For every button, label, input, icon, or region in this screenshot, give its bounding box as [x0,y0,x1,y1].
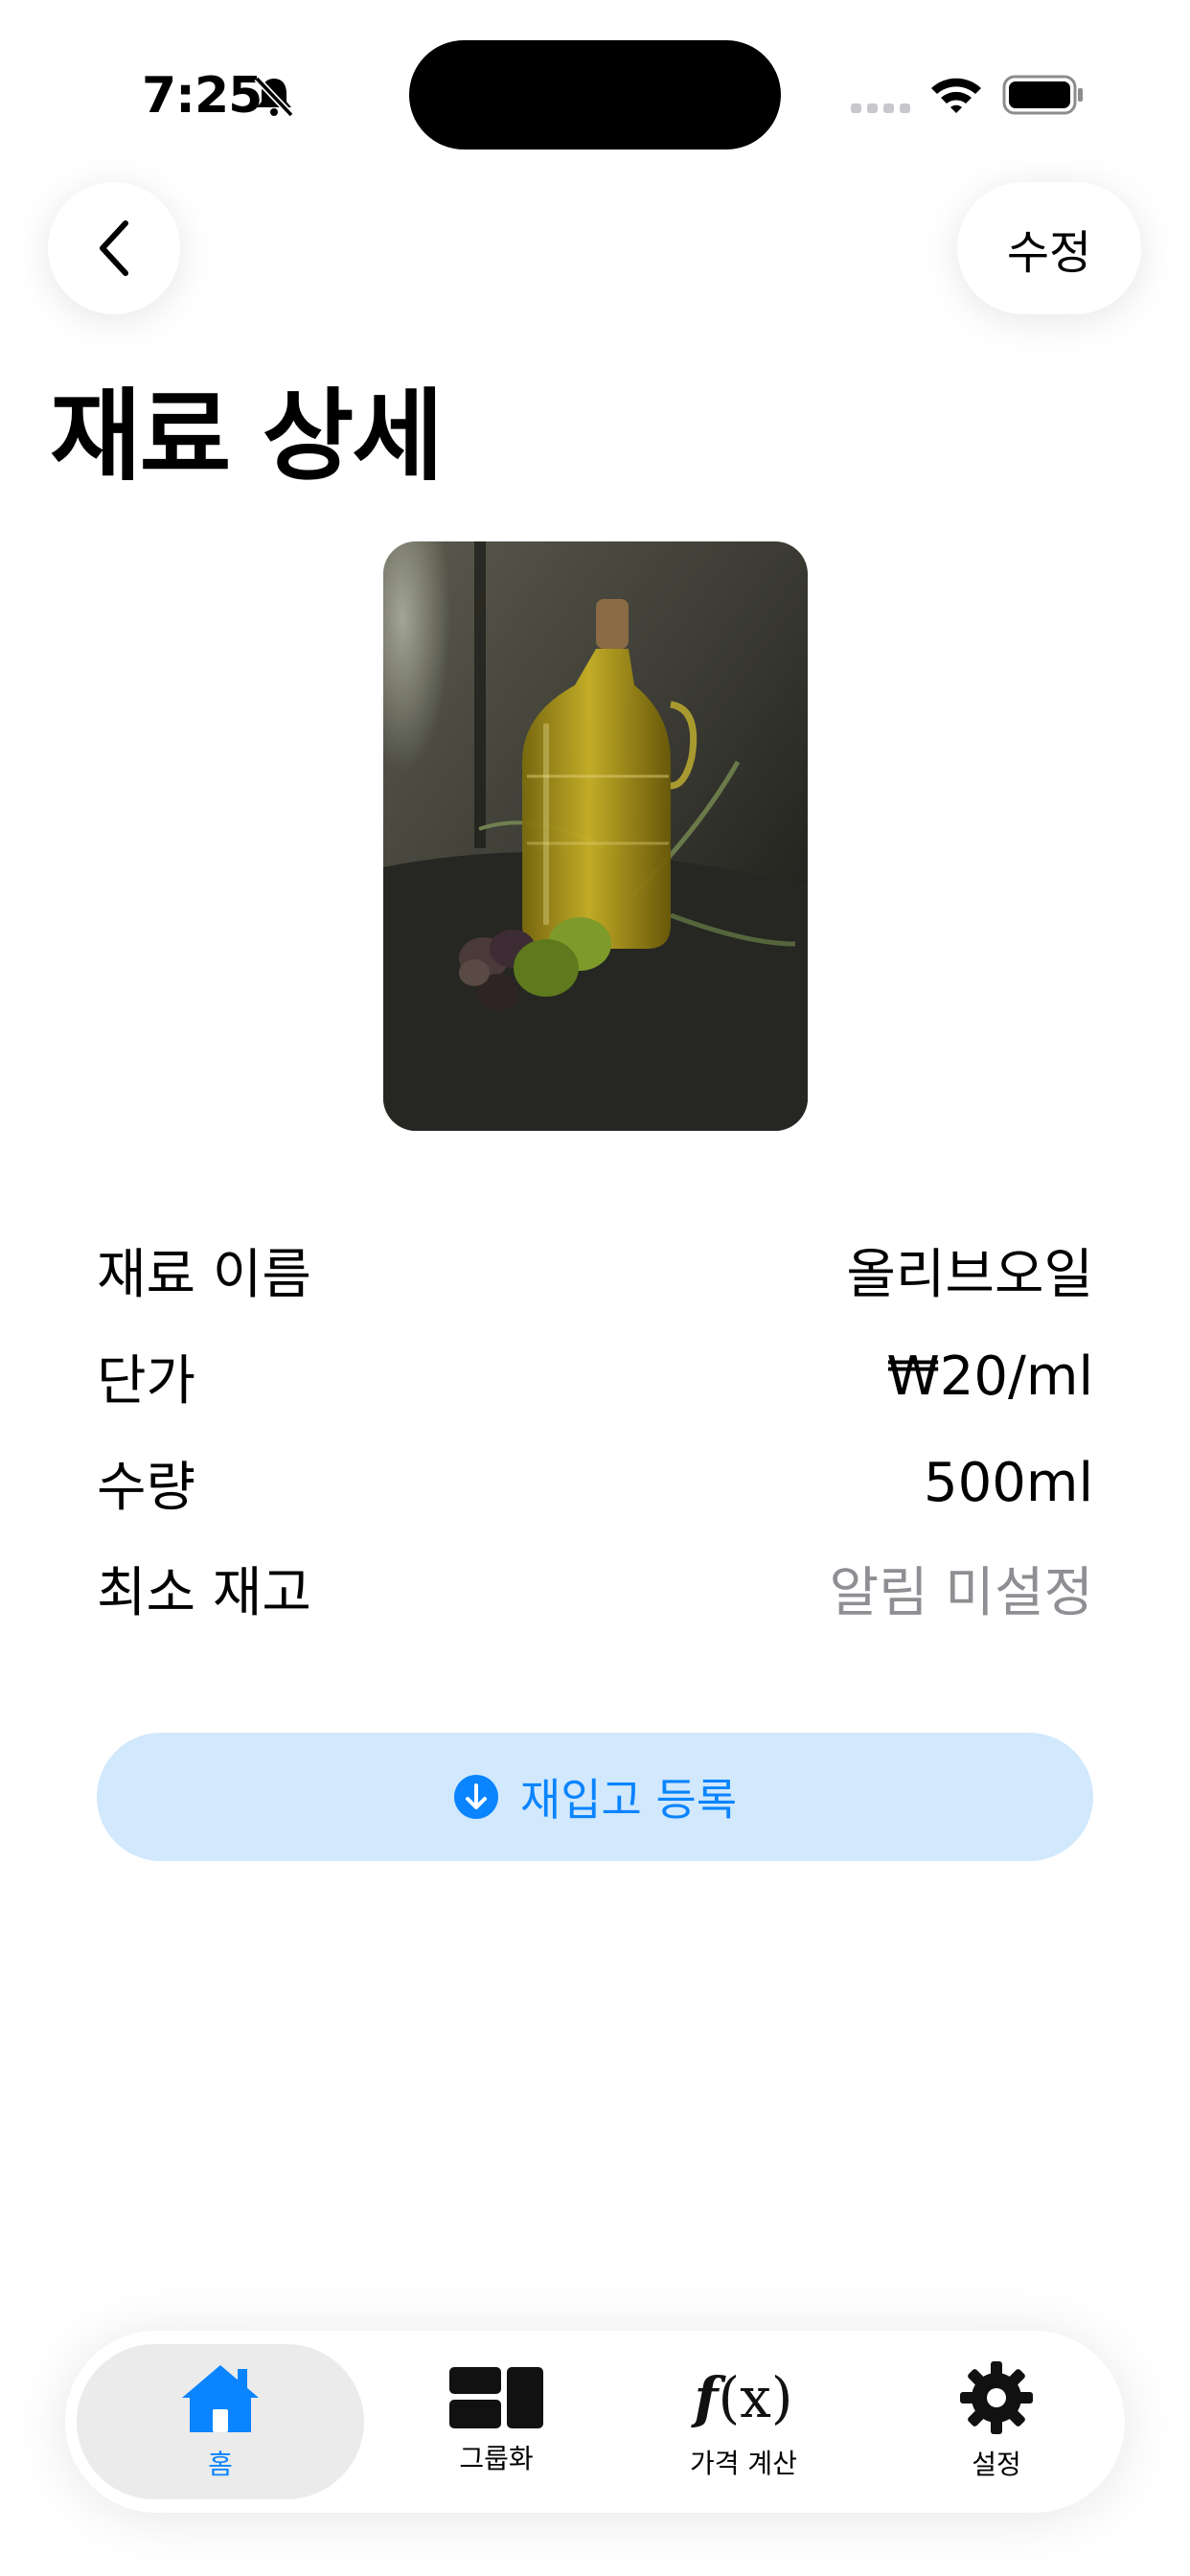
dynamic-island [409,40,781,150]
tab-label: 가격 계산 [690,2448,797,2479]
detail-value: 알림 미설정 [829,1561,1093,1624]
detail-row-unit-price: 단가 ₩20/ml [97,1338,1093,1414]
status-time: 7:25 [142,67,263,125]
detail-label: 수량 [97,1456,196,1519]
detail-label: 재료 이름 [97,1243,311,1306]
battery-icon [1002,75,1083,115]
grid-icon [449,2367,543,2428]
chevron-left-icon [100,220,128,276]
detail-value: 500ml [924,1451,1093,1514]
tab-settings[interactable]: 설정 [891,2344,1102,2499]
wifi-icon [931,78,981,113]
detail-row-min-stock: 최소 재고 알림 미설정 [97,1550,1093,1626]
detail-value: ₩20/ml [886,1345,1093,1408]
bell-slash-icon [254,76,294,118]
gear-icon [960,2361,1033,2434]
tab-label: 설정 [972,2449,1021,2480]
tab-bar: 홈 그룹화 f(x) 가격 계산 설정 [65,2331,1125,2513]
page-title: 재료 상세 [50,378,444,494]
detail-row-quantity: 수량 500ml [97,1444,1093,1521]
tab-label: 홈 [208,2449,233,2480]
function-icon: f(x) [694,2365,793,2430]
house-icon [182,2365,259,2432]
restock-button[interactable]: 재입고 등록 [97,1733,1093,1861]
detail-label: 단가 [97,1349,196,1413]
tab-home[interactable]: 홈 [77,2344,364,2499]
detail-value: 올리브오일 [846,1243,1093,1306]
tab-grouping[interactable]: 그룹화 [391,2344,602,2499]
signal-icon [851,104,910,113]
back-button[interactable] [48,182,180,314]
edit-button[interactable]: 수정 [957,182,1141,314]
restock-label: 재입고 등록 [519,1774,738,1826]
detail-row-name: 재료 이름 올리브오일 [97,1231,1093,1308]
ingredient-photo [383,541,808,1131]
tab-label: 그룹화 [459,2443,534,2474]
tab-price-calc[interactable]: f(x) 가격 계산 [638,2344,849,2499]
detail-label: 최소 재고 [97,1561,311,1624]
arrow-down-circle-icon [453,1775,498,1819]
